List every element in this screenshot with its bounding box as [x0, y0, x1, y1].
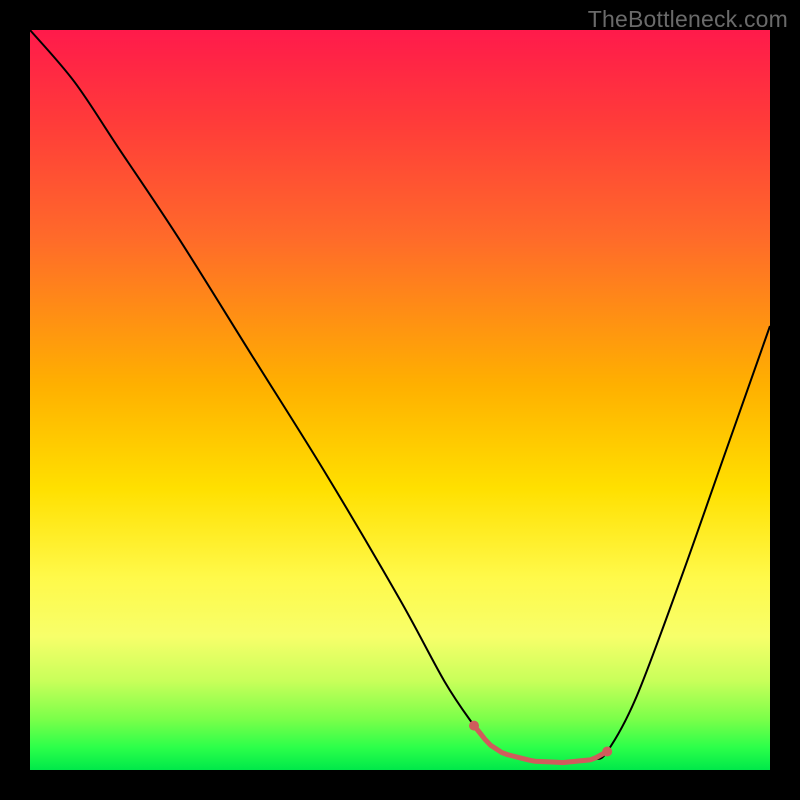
optimal-range-end-dot — [602, 747, 612, 757]
watermark-text: TheBottleneck.com — [588, 6, 788, 33]
bottleneck-curve — [30, 30, 770, 763]
plot-area — [30, 30, 770, 770]
optimal-range-start-dot — [469, 721, 479, 731]
chart-frame: TheBottleneck.com — [0, 0, 800, 800]
optimal-range-segment — [474, 726, 607, 763]
curve-layer — [30, 30, 770, 770]
